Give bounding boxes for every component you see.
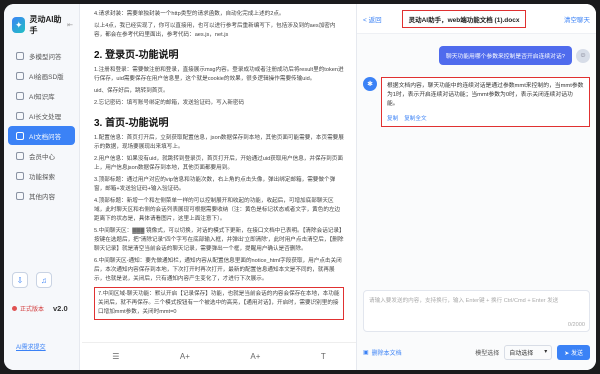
sidebar-item-other[interactable]: 其他内容 — [8, 186, 75, 205]
bot-message-actions: 复制 复制全文 — [387, 114, 584, 122]
status-dot-icon — [12, 306, 17, 311]
doc-paragraph: 1.注册和登录：需要做注册和登录，直接展示msg内容。登录成功或者注册成功后将r… — [94, 67, 344, 82]
doc-paragraph: uid、保存好后，跳转到首页。 — [94, 88, 169, 94]
file-chat-icon — [16, 131, 24, 140]
logo-text: 灵动AI助手 — [29, 15, 62, 35]
doc-paragraph: 4.顶部标题：新增一个和左侧菜单一样的可以控制展开和收起的功能，收起后，可增加底… — [94, 198, 341, 222]
send-label: 发送 — [570, 350, 583, 357]
bell-icon[interactable]: ♫ — [36, 272, 52, 288]
bot-message-text: 根据文档内容，聊天功能中的连续对话是通过参数mmt来控制的，当mmt参数为1时，… — [387, 83, 584, 107]
outline-icon[interactable]: ☰ — [112, 352, 119, 361]
doc-paragraph: 4.请求封装：需要单独封装一个http类型的请求函数，自动化完成上述的2点。 — [94, 11, 285, 17]
app-window: ✦ 灵动AI助手 ⇤ 多模型问答 AI绘画SD版 AI知识库 AI长文处理 AI… — [4, 4, 596, 370]
grid-icon — [16, 191, 24, 200]
chevron-down-icon: ▾ — [544, 348, 548, 355]
logo-icon: ✦ — [12, 17, 26, 33]
model-select-label: 模型选择 — [475, 350, 500, 357]
download-icon[interactable]: ⇩ — [12, 272, 28, 288]
trash-icon: ▣ — [363, 349, 369, 356]
sidebar-item-ai-drawing[interactable]: AI绘画SD版 — [8, 66, 75, 85]
sidebar-tools: ⇩ ♫ — [12, 272, 52, 288]
back-button[interactable]: < 返回 — [363, 14, 382, 24]
clear-chat-button[interactable]: 清空聊天 — [564, 14, 590, 24]
sidebar-item-label: 功能探索 — [29, 173, 55, 181]
message-input-placeholder: 请输入要发送的内容，支持换行，输入 Enter键 + 换行 Ctrl/Cmd +… — [369, 298, 559, 304]
bot-avatar-icon: ✱ — [363, 77, 377, 91]
version-number: v2.0 — [53, 304, 68, 313]
document-toolbar: ☰ A+ A+ T — [82, 342, 356, 370]
sidebar-item-label: 会员中心 — [29, 153, 55, 161]
user-avatar: ☺ — [576, 48, 590, 63]
model-select-value: 自动选择 — [509, 350, 534, 357]
version-label: 正式版本 — [20, 307, 45, 313]
send-button[interactable]: ➤ 发送 — [557, 344, 590, 360]
doc-heading: 3. 首页-功能说明 — [94, 118, 169, 129]
document-icon — [16, 111, 24, 120]
sidebar-item-label: AI长文处理 — [29, 113, 62, 121]
user-icon — [16, 151, 24, 160]
doc-paragraph: 5.中间聊天区：▓▓▓ 镜像式，可以切换，对话的模式下更新，在接口文档中已表明。… — [94, 228, 344, 252]
collapse-icon[interactable]: ⇤ — [67, 21, 73, 29]
bot-message-row: ✱ 根据文档内容，聊天功能中的连续对话是通过参数mmt来控制的，当mmt参数为1… — [363, 77, 590, 127]
sidebar-item-label: 多模型问答 — [29, 53, 62, 61]
book-icon — [16, 91, 24, 100]
user-message: 聊天功能用哪个参数来控制是否开启连续对话? — [438, 46, 572, 65]
chat-footer: ▣ 删除本文档 模型选择 自动选择 ▾ ➤ 发送 — [363, 342, 590, 362]
doc-heading: 2. 登录页-功能说明 — [94, 50, 179, 61]
doc-paragraph: 1.配置信息：首页打开后，立刻获取配置信息，json数据保存到本地，其他页面可能… — [94, 135, 344, 150]
version-info: 正式版本 v2.0 — [12, 304, 68, 313]
delete-document-label: 删除本文档 — [371, 350, 402, 357]
bot-message: 根据文档内容，聊天功能中的连续对话是通过参数mmt来控制的，当mmt参数为1时，… — [381, 77, 590, 127]
doc-paragraph: 3.顶部标题：通过用户对应的vip信息和功能次数，右上角的点击头像，弹出绑定邮箱… — [94, 177, 336, 192]
text-format-icon[interactable]: T — [321, 352, 326, 361]
sidebar-nav: 多模型问答 AI绘画SD版 AI知识库 AI长文处理 AI文档问答 会员中心 功… — [4, 46, 79, 205]
doc-paragraph: 2.用户信息：如果没有uid，就跳转到登录页，首页打开后，开始通过uid获取用户… — [94, 156, 343, 171]
chat-icon — [16, 51, 24, 60]
sidebar-item-member-center[interactable]: 会员中心 — [8, 146, 75, 165]
chat-title: 灵动AI助手，web端功能文档 (1).docx — [401, 9, 527, 28]
doc-paragraph: 以上4点，我已经实现了，你可以直接用，也可以进行参考后重新编写下，包括涉及到的a… — [94, 23, 336, 38]
user-message-row: 聊天功能用哪个参数来控制是否开启连续对话? ☺ — [363, 46, 590, 65]
sidebar: ✦ 灵动AI助手 ⇤ 多模型问答 AI绘画SD版 AI知识库 AI长文处理 AI… — [4, 4, 80, 370]
model-select[interactable]: 自动选择 ▾ — [504, 344, 553, 360]
message-input[interactable]: 请输入要发送的内容，支持换行，输入 Enter键 + 换行 Ctrl/Cmd +… — [363, 290, 590, 332]
chat-panel: < 返回 灵动AI助手，web端功能文档 (1).docx 清空聊天 聊天功能用… — [357, 4, 596, 370]
char-counter: 0/2000 — [567, 322, 585, 328]
sidebar-item-knowledge-base[interactable]: AI知识库 — [8, 86, 75, 105]
image-icon — [16, 71, 24, 80]
doc-paragraph: 6.中间聊天区-通知：要先做通知栏，通知内容从配置信息里面的notice_htm… — [94, 258, 342, 282]
delete-document-button[interactable]: ▣ 删除本文档 — [363, 348, 402, 357]
doc-paragraph: 2.忘记密码：填写账号绑定的邮箱，发送验证码，写入新密码 — [94, 100, 245, 106]
sidebar-item-multi-model-qa[interactable]: 多模型问答 — [8, 46, 75, 65]
sidebar-item-long-text[interactable]: AI长文处理 — [8, 106, 75, 125]
copy-all-button[interactable]: 复制全文 — [404, 114, 426, 122]
logo: ✦ 灵动AI助手 ⇤ — [4, 4, 79, 42]
sidebar-item-label: AI绘画SD版 — [29, 73, 64, 81]
chat-header: < 返回 灵动AI助手，web端功能文档 (1).docx 清空聊天 — [357, 4, 596, 34]
document-viewer: 4.请求封装：需要单独封装一个http类型的请求函数，自动化完成上述的2点。 以… — [82, 4, 356, 356]
sidebar-item-label: 其他内容 — [29, 193, 55, 201]
sidebar-item-explore[interactable]: 功能探索 — [8, 166, 75, 185]
font-decrease-icon[interactable]: A+ — [250, 352, 260, 361]
highlighted-paragraph: 7.中间区域-聊天功能：默认开启【记录保存】功能，也就是当前会话的内容会保存在本… — [94, 287, 344, 320]
copy-button[interactable]: 复制 — [387, 114, 398, 122]
font-increase-icon[interactable]: A+ — [180, 352, 190, 361]
send-icon: ➤ — [564, 350, 570, 357]
sidebar-item-doc-qa[interactable]: AI文档问答 — [8, 126, 75, 145]
sidebar-item-label: AI知识库 — [29, 93, 55, 101]
feedback-link[interactable]: AI需求提交 — [16, 342, 46, 351]
sidebar-item-label: AI文档问答 — [29, 133, 62, 141]
compass-icon — [16, 171, 24, 180]
